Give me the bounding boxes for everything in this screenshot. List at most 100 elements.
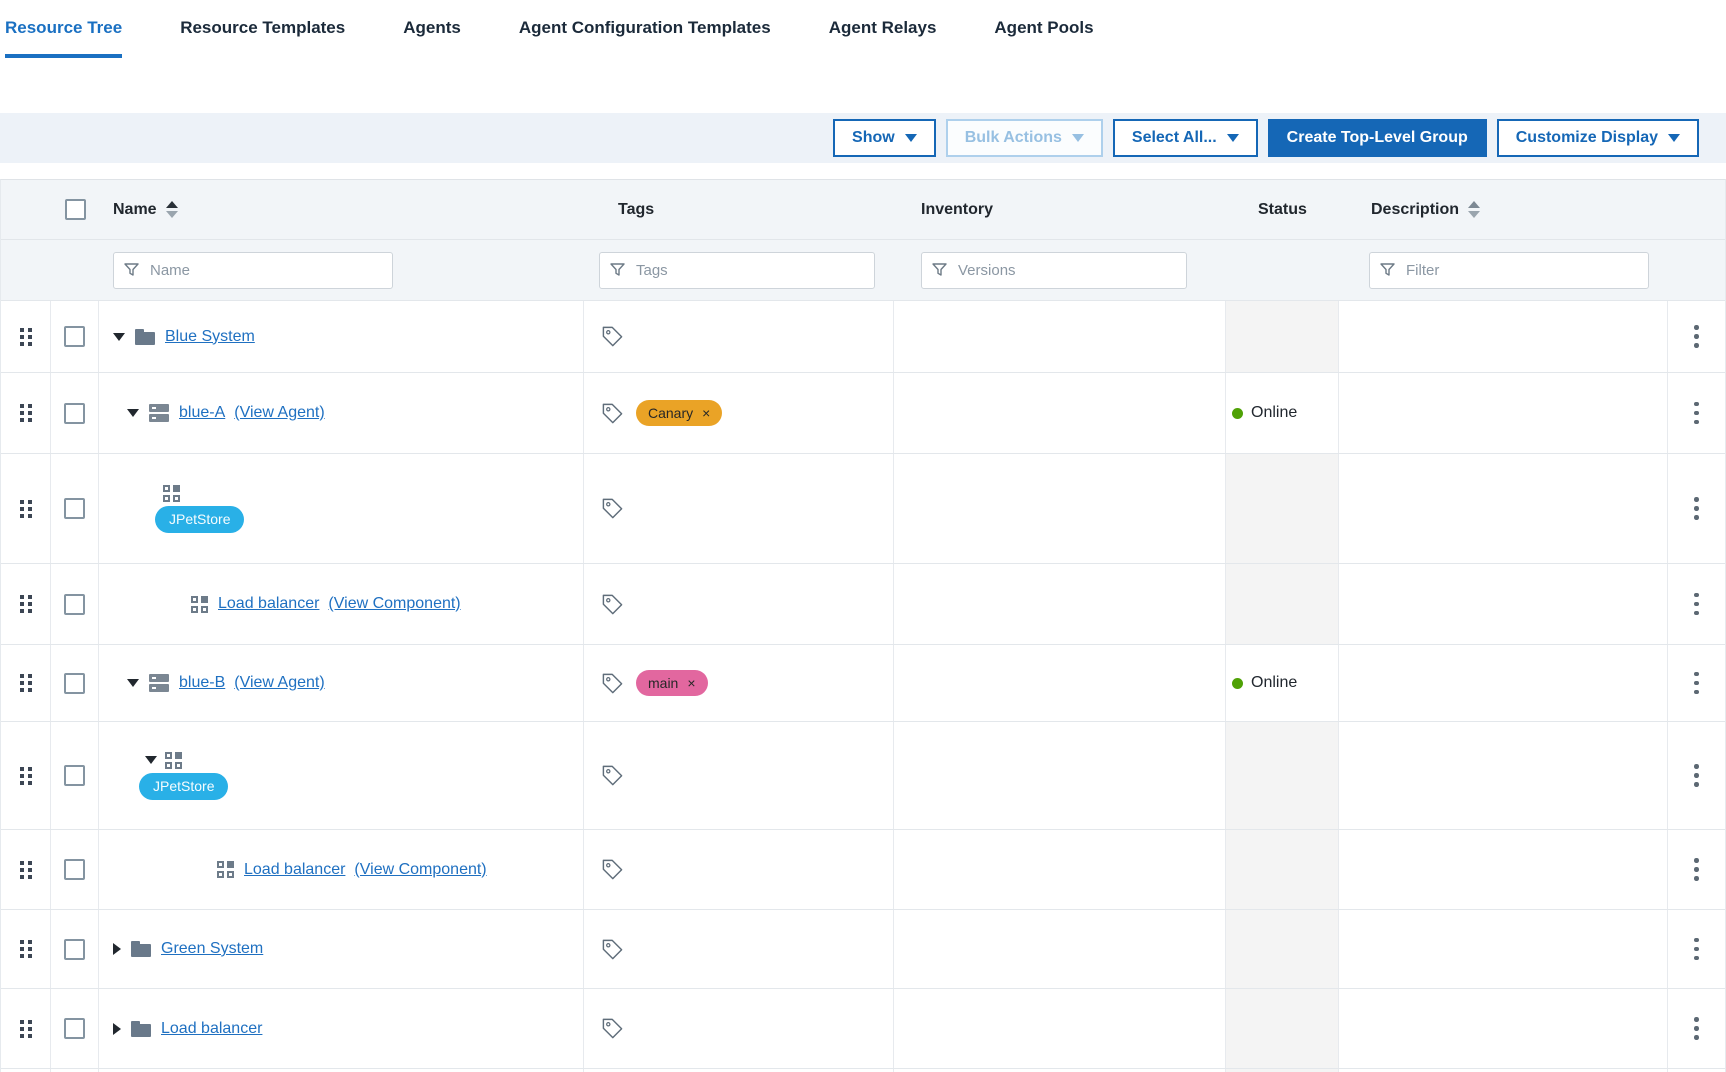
customize-display-dropdown-button[interactable]: Customize Display [1497, 119, 1699, 157]
checkbox-cell [51, 989, 99, 1068]
sort-name-control[interactable] [166, 201, 178, 218]
agent-icon [149, 404, 169, 422]
drag-handle-icon[interactable] [20, 500, 32, 518]
resource-name-link[interactable]: Green System [161, 940, 263, 958]
filter-funnel-icon [124, 263, 139, 277]
drag-handle-icon[interactable] [20, 1020, 32, 1038]
caret-right-icon[interactable] [113, 1023, 121, 1035]
tag-chip[interactable]: Canary× [636, 400, 722, 426]
status-cell [1226, 830, 1339, 909]
component-pill[interactable]: JPetStore [155, 506, 244, 533]
view-agent-link[interactable]: (View Agent) [234, 404, 324, 422]
tab-resource-templates[interactable]: Resource Templates [180, 0, 345, 58]
spacer [0, 163, 1726, 179]
status-cell [1226, 454, 1339, 563]
view-agent-link[interactable]: (View Agent) [234, 674, 324, 692]
description-cell [1339, 373, 1668, 453]
status-cell: Online [1226, 645, 1339, 721]
row-checkbox[interactable] [64, 498, 85, 519]
resource-name-link[interactable]: blue-B [179, 674, 225, 692]
inventory-cell [894, 454, 1226, 563]
row-checkbox[interactable] [64, 594, 85, 615]
kebab-menu-icon[interactable] [1690, 398, 1703, 429]
checkbox-cell [51, 722, 99, 829]
drag-handle-icon[interactable] [20, 767, 32, 785]
bulk-actions-dropdown-button[interactable]: Bulk Actions [946, 119, 1103, 157]
tag-chip[interactable]: main× [636, 670, 708, 696]
column-header-name: Name [99, 201, 584, 219]
filter-funnel-icon [1380, 263, 1395, 277]
drag-handle-icon[interactable] [20, 595, 32, 613]
resource-name-link[interactable]: Blue System [165, 328, 255, 346]
view-component-link[interactable]: (View Component) [328, 595, 460, 613]
inventory-filter-input[interactable] [921, 252, 1187, 289]
drag-cell [1, 454, 51, 563]
tag-icon [601, 325, 624, 348]
tab-agent-configuration-templates[interactable]: Agent Configuration Templates [519, 0, 771, 58]
drag-cell [1, 564, 51, 644]
tab-agents[interactable]: Agents [403, 0, 461, 58]
caret-right-icon[interactable] [113, 943, 121, 955]
table-row: Load balancer [1, 988, 1725, 1068]
caret-down-icon[interactable] [113, 333, 125, 341]
create-top-level-group-button[interactable]: Create Top-Level Group [1268, 119, 1487, 157]
kebab-menu-icon[interactable] [1690, 668, 1703, 699]
row-actions-cell [1668, 645, 1725, 721]
select-all-checkbox[interactable] [65, 199, 86, 220]
row-checkbox[interactable] [64, 673, 85, 694]
row-checkbox[interactable] [64, 939, 85, 960]
kebab-menu-icon[interactable] [1690, 1013, 1703, 1044]
drag-handle-icon[interactable] [20, 861, 32, 879]
kebab-menu-icon[interactable] [1690, 934, 1703, 965]
select-all-dropdown-button[interactable]: Select All... [1113, 119, 1258, 157]
name-cell: blue-A (View Agent) [99, 373, 584, 453]
component-pill[interactable]: JPetStore [139, 773, 228, 800]
component-tree-node: JPetStore [145, 752, 228, 800]
status-cell [1226, 910, 1339, 988]
kebab-menu-icon[interactable] [1690, 493, 1703, 524]
view-component-link[interactable]: (View Component) [354, 861, 486, 879]
row-checkbox[interactable] [64, 326, 85, 347]
column-label: Tags [618, 201, 654, 219]
inventory-cell [894, 722, 1226, 829]
tab-agent-pools[interactable]: Agent Pools [994, 0, 1093, 58]
name-cell: JPetStore [99, 722, 584, 829]
drag-handle-icon[interactable] [20, 674, 32, 692]
caret-down-icon[interactable] [127, 679, 139, 687]
row-checkbox[interactable] [64, 859, 85, 880]
description-filter-input[interactable] [1369, 252, 1649, 289]
row-actions-cell [1668, 564, 1725, 644]
kebab-menu-icon[interactable] [1690, 589, 1703, 620]
drag-handle-icon[interactable] [20, 940, 32, 958]
row-checkbox[interactable] [64, 403, 85, 424]
tag-remove-icon[interactable]: × [687, 676, 695, 690]
kebab-menu-icon[interactable] [1690, 760, 1703, 791]
component-pill-label: JPetStore [153, 778, 214, 794]
kebab-menu-icon[interactable] [1690, 854, 1703, 885]
tag-icon [601, 1017, 624, 1040]
tab-resource-tree[interactable]: Resource Tree [5, 0, 122, 58]
name-filter-input[interactable] [113, 252, 393, 289]
description-cell [1339, 722, 1668, 829]
resource-name-link[interactable]: Load balancer [161, 1020, 262, 1038]
checkbox-cell [51, 910, 99, 988]
column-header-tags: Tags [584, 201, 894, 219]
sort-description-control[interactable] [1468, 201, 1480, 218]
drag-handle-icon[interactable] [20, 404, 32, 422]
resource-name-link[interactable]: Load balancer [218, 595, 319, 613]
inventory-cell [894, 301, 1226, 372]
row-checkbox[interactable] [64, 765, 85, 786]
tag-icon [601, 764, 624, 787]
drag-handle-icon[interactable] [20, 328, 32, 346]
tag-icon [601, 497, 624, 520]
caret-down-icon[interactable] [127, 409, 139, 417]
tab-agent-relays[interactable]: Agent Relays [829, 0, 937, 58]
row-checkbox[interactable] [64, 1018, 85, 1039]
resource-name-link[interactable]: blue-A [179, 404, 225, 422]
kebab-menu-icon[interactable] [1690, 321, 1703, 352]
tags-filter-input[interactable] [599, 252, 875, 289]
show-dropdown-button[interactable]: Show [833, 119, 936, 157]
tag-remove-icon[interactable]: × [702, 406, 710, 420]
caret-down-icon[interactable] [145, 756, 157, 764]
resource-name-link[interactable]: Load balancer [244, 861, 345, 879]
